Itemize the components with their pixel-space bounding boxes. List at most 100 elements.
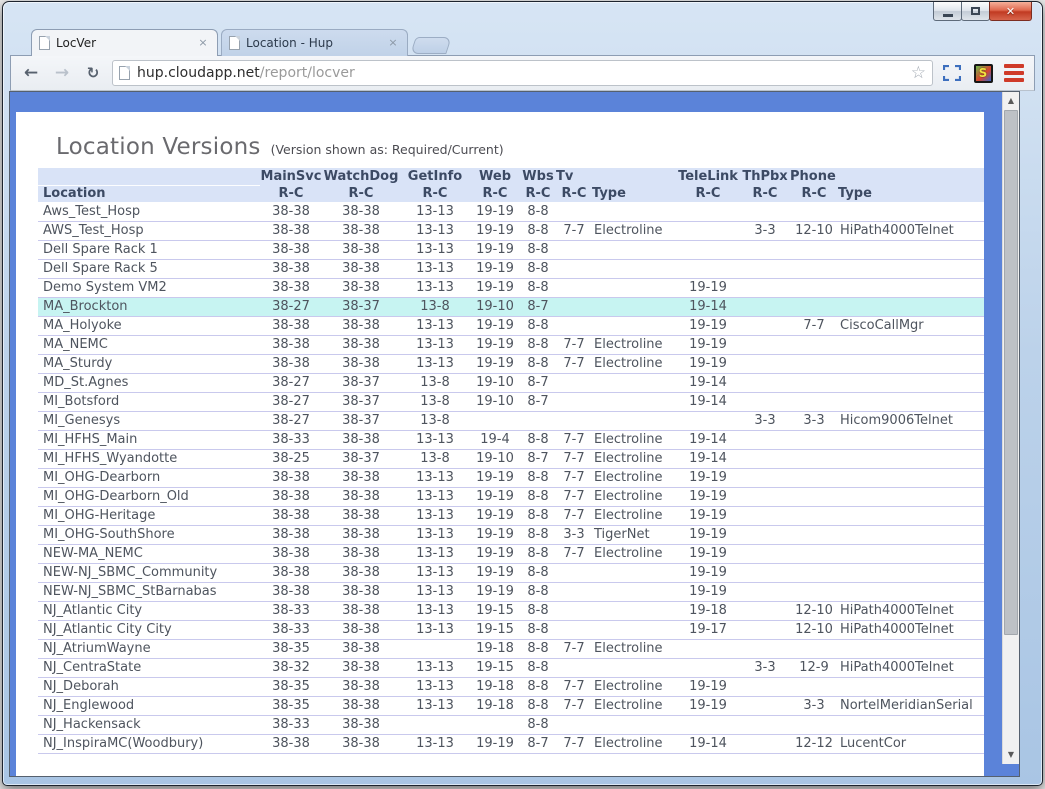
table-row[interactable]: MA_Sturdy38-3838-3813-1319-198-87-7Elect… [38,354,984,373]
cell-mainsvc: 38-38 [260,506,322,525]
table-row[interactable]: NJ_Atlantic City City38-3338-3813-1319-1… [38,620,984,639]
scrollbar-thumb[interactable] [1004,110,1018,635]
header-location: Location [38,185,260,202]
cell-mainsvc: 38-32 [260,658,322,677]
cell-phone_rc [790,449,838,468]
tab-location-hup[interactable]: Location - Hup × [221,29,408,56]
cell-web: 19-19 [470,240,520,259]
table-row[interactable]: NJ_CentraState38-3238-3813-1319-158-83-3… [38,658,984,677]
table-row[interactable]: NJ_InspiraMC(Woodbury)38-3838-3813-1319-… [38,734,984,753]
cell-telelink: 19-19 [676,468,740,487]
s-extension-button[interactable]: S [971,61,995,85]
cell-phone_rc [790,430,838,449]
cell-mainsvc: 38-35 [260,639,322,658]
table-row[interactable]: MD_St.Agnes38-2738-3713-819-108-719-14 [38,373,984,392]
cell-telelink: 19-14 [676,430,740,449]
minimize-button[interactable] [933,2,962,21]
cell-thpbx [740,335,790,354]
location-table-body: Aws_Test_Hosp38-3838-3813-1319-198-8AWS_… [38,202,984,753]
cell-mainsvc: 38-38 [260,563,322,582]
table-row[interactable]: NEW-MA_NEMC38-3838-3813-1319-198-87-7Ele… [38,544,984,563]
scroll-up-icon[interactable]: ▲ [1003,93,1019,109]
table-row[interactable]: NJ_Englewood38-3538-3813-1319-188-87-7El… [38,696,984,715]
forward-icon[interactable]: → [50,63,74,83]
tab-locver[interactable]: LocVer × [31,29,218,56]
header-group-wbs: Wbs [520,168,556,185]
cell-tv_type [592,411,676,430]
cell-phone_type [838,468,984,487]
table-row[interactable]: NJ_Atlantic City38-3338-3813-1319-158-81… [38,601,984,620]
cell-tv_type [592,259,676,278]
cell-telelink: 19-19 [676,354,740,373]
close-button[interactable]: ✕ [989,2,1032,21]
maximize-button[interactable] [961,2,990,21]
table-row[interactable]: MA_Holyoke38-3838-3813-1319-198-819-197-… [38,316,984,335]
table-row[interactable]: MI_HFHS_Main38-3338-3813-1319-48-87-7Ele… [38,430,984,449]
vertical-scrollbar[interactable]: ▲ ▼ [1002,92,1019,764]
scroll-down-icon[interactable]: ▼ [1003,747,1019,763]
cell-location: MI_OHG-Heritage [38,506,260,525]
cell-getinfo: 13-13 [400,259,470,278]
cell-phone_type [838,259,984,278]
cell-location: MI_OHG-Dearborn [38,468,260,487]
cell-tv_type: Electroline [592,734,676,753]
table-row[interactable]: MI_OHG-SouthShore38-3838-3813-1319-198-8… [38,525,984,544]
cell-web [470,715,520,734]
table-row[interactable]: AWS_Test_Hosp38-3838-3813-1319-198-87-7E… [38,221,984,240]
cell-telelink: 19-19 [676,506,740,525]
cell-mainsvc: 38-33 [260,601,322,620]
table-row[interactable]: MI_Genesys38-2738-3713-83-33-3Hicom9006T… [38,411,984,430]
table-row[interactable]: NEW-NJ_SBMC_Community38-3838-3813-1319-1… [38,563,984,582]
cell-phone_rc [790,563,838,582]
cell-getinfo: 13-8 [400,392,470,411]
tab-close-icon[interactable]: × [196,36,210,50]
table-row[interactable]: MI_HFHS_Wyandotte38-2538-3713-819-108-77… [38,449,984,468]
window-controls: ✕ [934,2,1032,21]
browser-menu-button[interactable] [1002,61,1026,85]
cell-thpbx [740,278,790,297]
cell-mainsvc: 38-38 [260,544,322,563]
reload-icon[interactable]: ↻ [81,64,105,82]
table-row[interactable]: Aws_Test_Hosp38-3838-3813-1319-198-8 [38,202,984,221]
cell-phone_rc [790,506,838,525]
table-row[interactable]: Dell Spare Rack 138-3838-3813-1319-198-8 [38,240,984,259]
address-bar[interactable]: hup.cloudapp.net/report/locver ☆ [112,60,933,86]
page-favicon [119,66,130,80]
cell-phone_type [838,373,984,392]
table-row[interactable]: Dell Spare Rack 538-3838-3813-1319-198-8 [38,259,984,278]
cell-phone_type [838,525,984,544]
table-row[interactable]: MA_Brockton38-2738-3713-819-108-719-14 [38,297,984,316]
table-row[interactable]: NEW-NJ_SBMC_StBarnabas38-3838-3813-1319-… [38,582,984,601]
bookmark-star-icon[interactable]: ☆ [911,63,926,83]
cell-mainsvc: 38-27 [260,297,322,316]
table-row[interactable]: NJ_Hackensack38-3338-388-8 [38,715,984,734]
tab-close-icon[interactable]: × [386,36,400,50]
table-row[interactable]: NJ_AtriumWayne38-3538-3819-188-87-7Elect… [38,639,984,658]
cell-phone_rc [790,677,838,696]
new-tab-button[interactable] [410,37,452,54]
table-row[interactable]: MI_OHG-Dearborn_Old38-3838-3813-1319-198… [38,487,984,506]
url-host: hup.cloudapp.net [137,65,260,81]
cell-getinfo: 13-13 [400,506,470,525]
table-row[interactable]: Demo System VM238-3838-3813-1319-198-819… [38,278,984,297]
capture-extension-button[interactable] [940,61,964,85]
table-row[interactable]: MI_Botsford38-2738-3713-819-108-719-14 [38,392,984,411]
cell-phone_rc [790,715,838,734]
table-row[interactable]: MI_OHG-Dearborn38-3838-3813-1319-198-87-… [38,468,984,487]
close-icon: ✕ [1006,5,1015,18]
back-icon[interactable]: ← [19,63,43,83]
cell-watchdog: 38-38 [322,544,400,563]
hamburger-menu-icon [1004,64,1024,82]
cell-web: 19-19 [470,278,520,297]
cell-location: MD_St.Agnes [38,373,260,392]
cell-phone_type: CiscoCallMgr [838,316,984,335]
table-row[interactable]: NJ_Deborah38-3538-3813-1319-188-87-7Elec… [38,677,984,696]
cell-location: MI_Botsford [38,392,260,411]
table-row[interactable]: MA_NEMC38-3838-3813-1319-198-87-7Electro… [38,335,984,354]
cell-telelink: 19-19 [676,544,740,563]
table-row[interactable]: MI_OHG-Heritage38-3838-3813-1319-198-87-… [38,506,984,525]
header-type-phone: Type [838,185,984,202]
cell-thpbx [740,601,790,620]
cell-watchdog: 38-38 [322,278,400,297]
cell-tv_type [592,202,676,221]
